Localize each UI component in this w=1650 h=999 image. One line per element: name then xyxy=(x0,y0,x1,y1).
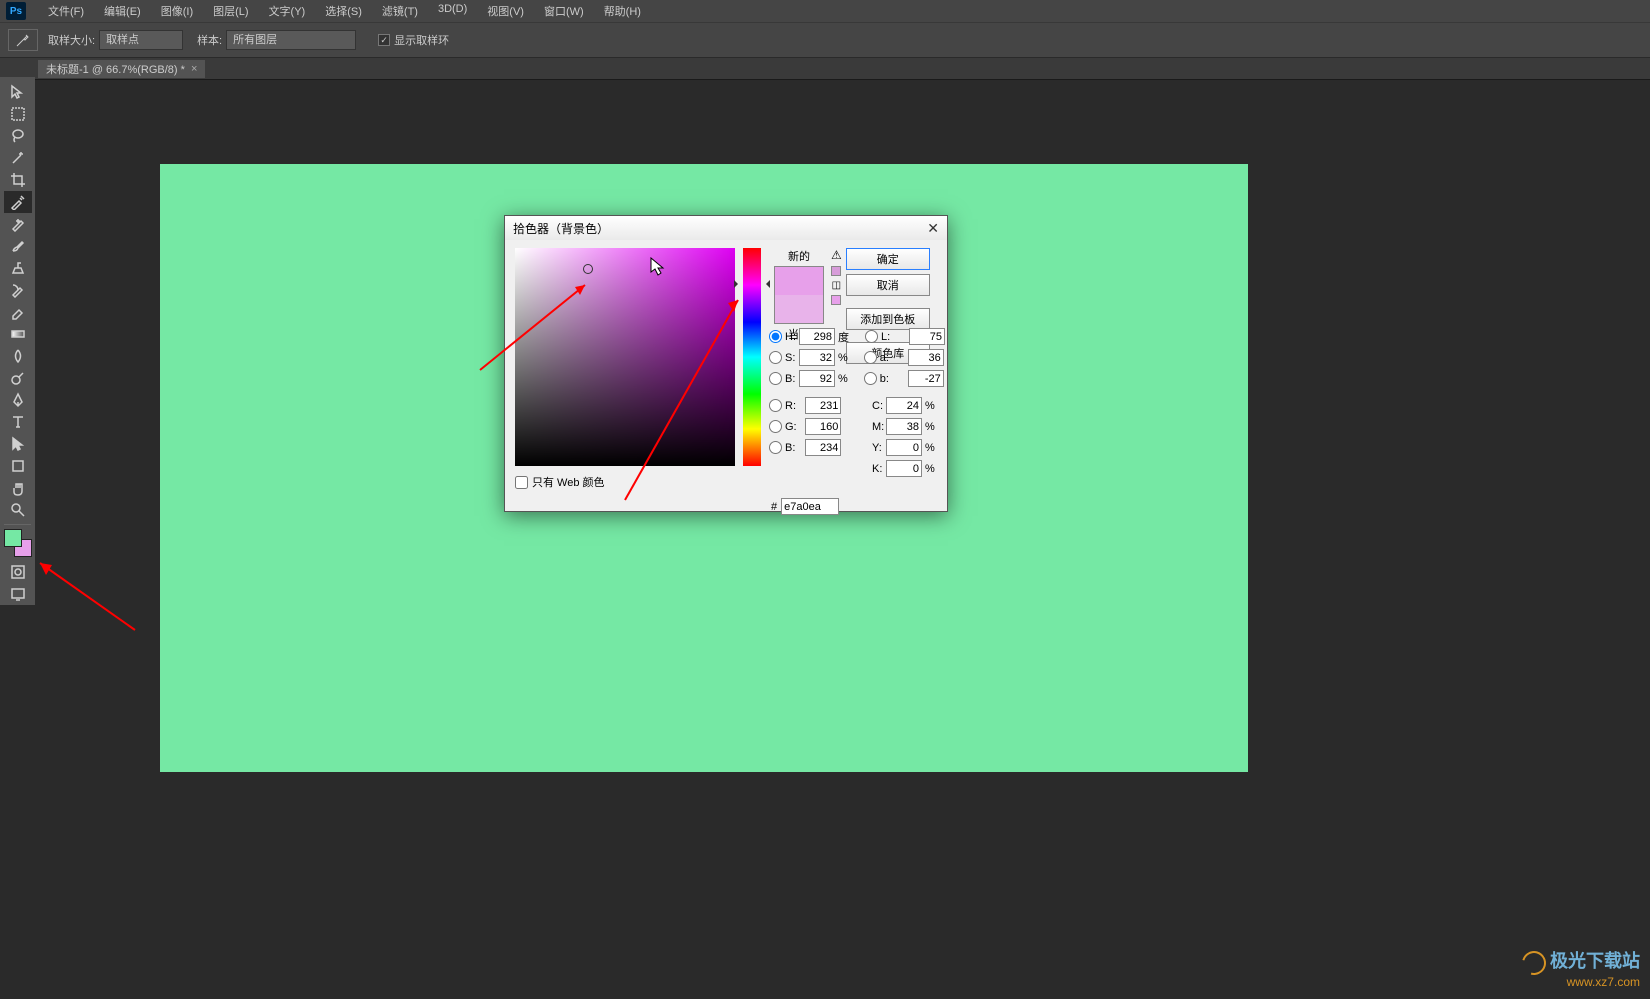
toolbar xyxy=(0,77,35,605)
b-radio[interactable]: b: xyxy=(864,372,908,385)
document-tab-bar: 未标题-1 @ 66.7%(RGB/8) *× xyxy=(0,58,1650,80)
dialog-titlebar[interactable]: 拾色器（背景色） ✕ xyxy=(505,216,947,240)
r-radio[interactable]: R: xyxy=(769,399,805,412)
menu-item[interactable]: 3D(D) xyxy=(428,3,477,19)
sample-size-label: 取样大小: xyxy=(48,32,95,48)
hand-tool[interactable] xyxy=(4,477,32,499)
pen-tool[interactable] xyxy=(4,389,32,411)
s-input[interactable] xyxy=(799,349,835,366)
options-bar: 取样大小: 取样点 样本: 所有图层 ✓显示取样环 xyxy=(0,22,1650,58)
ps-logo-icon: Ps xyxy=(6,2,26,20)
clone-stamp-tool[interactable] xyxy=(4,257,32,279)
gamut-swatch[interactable] xyxy=(831,266,841,276)
watermark: 极光下载站 www.xz7.com xyxy=(1522,947,1640,989)
marquee-tool[interactable] xyxy=(4,103,32,125)
hex-input[interactable] xyxy=(781,498,839,515)
history-brush-tool[interactable] xyxy=(4,279,32,301)
sample-layers-select[interactable]: 所有图层 xyxy=(226,30,356,50)
dialog-close-icon[interactable]: ✕ xyxy=(927,220,939,237)
y-input[interactable] xyxy=(886,439,922,456)
quickmask-tool[interactable] xyxy=(4,561,32,583)
color-swatches[interactable] xyxy=(4,529,32,557)
bv-input[interactable] xyxy=(799,370,835,387)
eyedropper-tool-preset-icon[interactable] xyxy=(8,29,38,51)
r-input[interactable] xyxy=(805,397,841,414)
menu-item[interactable]: 窗口(W) xyxy=(534,3,594,19)
dodge-tool[interactable] xyxy=(4,367,32,389)
gamut-warning-icon[interactable]: ⚠ xyxy=(831,248,842,262)
healing-brush-tool[interactable] xyxy=(4,213,32,235)
menu-bar: Ps 文件(F)编辑(E)图像(I)图层(L)文字(Y)选择(S)滤镜(T)3D… xyxy=(0,0,1650,22)
new-color-label: 新的 xyxy=(788,248,810,264)
blur-tool[interactable] xyxy=(4,345,32,367)
screen-mode-tool[interactable] xyxy=(4,583,32,605)
hex-label: # xyxy=(771,501,777,513)
current-color-swatch[interactable] xyxy=(775,295,823,323)
sample-size-select[interactable]: 取样点 xyxy=(99,30,183,50)
color-field-marker-icon xyxy=(583,264,593,274)
crop-tool[interactable] xyxy=(4,169,32,191)
websafe-warning-icon[interactable]: ◫ xyxy=(832,280,841,291)
menu-item[interactable]: 滤镜(T) xyxy=(372,3,428,19)
foreground-swatch[interactable] xyxy=(4,529,22,547)
web-only-checkbox[interactable]: 只有 Web 颜色 xyxy=(515,474,735,490)
a-input[interactable] xyxy=(908,349,944,366)
move-tool[interactable] xyxy=(4,81,32,103)
menu-item[interactable]: 选择(S) xyxy=(315,3,372,19)
color-preview xyxy=(774,266,824,324)
new-color-swatch xyxy=(775,267,823,295)
color-picker-dialog: 拾色器（背景色） ✕ 只有 Web 颜色 新的 当前 ⚠ ◫ xyxy=(504,215,948,512)
menu-item[interactable]: 视图(V) xyxy=(477,3,534,19)
a-radio[interactable]: a: xyxy=(864,351,908,364)
c-input[interactable] xyxy=(886,397,922,414)
shape-tool[interactable] xyxy=(4,455,32,477)
b-input[interactable] xyxy=(908,370,944,387)
close-tab-icon[interactable]: × xyxy=(191,63,197,75)
brush-tool[interactable] xyxy=(4,235,32,257)
websafe-swatch[interactable] xyxy=(831,295,841,305)
bc-radio[interactable]: B: xyxy=(769,441,805,454)
menu-item[interactable]: 帮助(H) xyxy=(594,3,651,19)
document-tab[interactable]: 未标题-1 @ 66.7%(RGB/8) *× xyxy=(38,60,205,78)
cancel-button[interactable]: 取消 xyxy=(846,274,930,296)
sample-label: 样本: xyxy=(197,32,222,48)
dialog-title: 拾色器（背景色） xyxy=(513,220,609,237)
color-field[interactable] xyxy=(515,248,735,466)
hue-slider[interactable] xyxy=(743,248,761,466)
magic-wand-tool[interactable] xyxy=(4,147,32,169)
l-radio[interactable]: L: xyxy=(865,330,909,343)
zoom-tool[interactable] xyxy=(4,499,32,521)
show-sampling-ring-checkbox[interactable]: ✓显示取样环 xyxy=(378,32,449,48)
ok-button[interactable]: 确定 xyxy=(846,248,930,270)
color-value-fields: H: 度 L: S: % a: B: % b: R: C: % G: M: xyxy=(769,326,939,479)
menu-item[interactable]: 编辑(E) xyxy=(94,3,151,19)
eyedropper-tool[interactable] xyxy=(4,191,32,213)
menu-item[interactable]: 图层(L) xyxy=(203,3,258,19)
g-radio[interactable]: G: xyxy=(769,420,805,433)
watermark-logo-icon xyxy=(1518,947,1551,980)
path-selection-tool[interactable] xyxy=(4,433,32,455)
h-input[interactable] xyxy=(799,328,835,345)
menu-item[interactable]: 文件(F) xyxy=(38,3,94,19)
bc-input[interactable] xyxy=(805,439,841,456)
l-input[interactable] xyxy=(909,328,945,345)
k-input[interactable] xyxy=(886,460,922,477)
lasso-tool[interactable] xyxy=(4,125,32,147)
gradient-tool[interactable] xyxy=(4,323,32,345)
eraser-tool[interactable] xyxy=(4,301,32,323)
bv-radio[interactable]: B: xyxy=(769,372,799,385)
h-radio[interactable]: H: xyxy=(769,330,799,343)
s-radio[interactable]: S: xyxy=(769,351,799,364)
menu-item[interactable]: 图像(I) xyxy=(151,3,203,19)
g-input[interactable] xyxy=(805,418,841,435)
annotation-arrow-icon xyxy=(30,555,140,635)
type-tool[interactable] xyxy=(4,411,32,433)
menu-item[interactable]: 文字(Y) xyxy=(259,3,316,19)
m-input[interactable] xyxy=(886,418,922,435)
